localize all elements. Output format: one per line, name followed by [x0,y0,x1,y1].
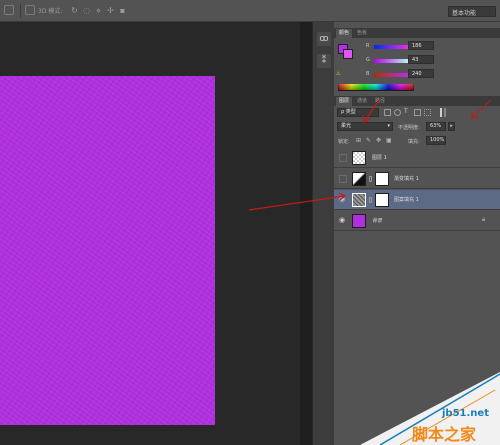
watermark-url: jb51.net [442,408,489,419]
arrow-to-pattern-layer [248,195,346,211]
arrow-to-opacity [471,99,492,119]
photoshop-window: 3D 模式: ↻ ◌ ⋄ ✢ ▪ 基本功能 ꝏ ⁑ 颜色 色板 R 186 G … [0,0,500,445]
watermark-site-name: 脚本之家 [412,425,477,444]
arrow-to-blend-mode [363,99,380,123]
